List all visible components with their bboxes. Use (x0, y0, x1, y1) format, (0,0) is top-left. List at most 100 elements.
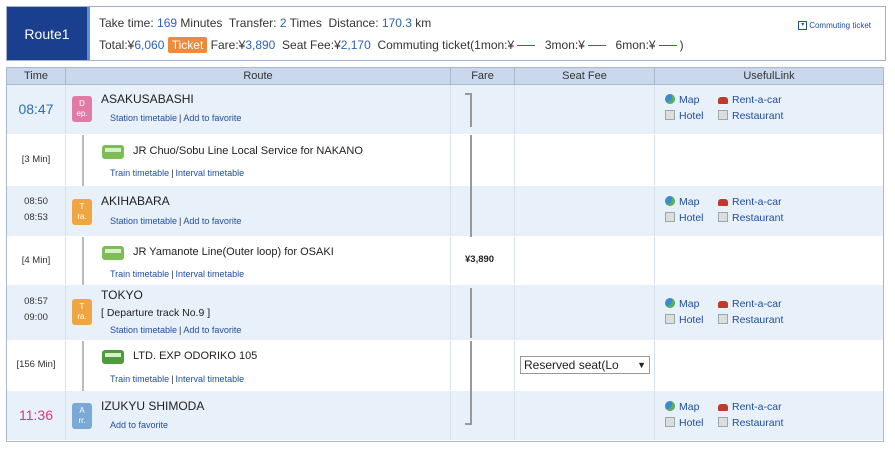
hotel-link-label[interactable]: Hotel (679, 110, 704, 122)
seat-fee-label: Seat Fee:¥ (282, 38, 341, 52)
route-tab[interactable]: Route1 (7, 7, 90, 60)
interval-timetable-link[interactable]: Interval timetable (176, 269, 245, 279)
rent-a-car-link[interactable]: Rent-a-car (718, 401, 782, 413)
station-name[interactable]: AKIHABARA (101, 194, 170, 208)
seat-cell (515, 135, 655, 185)
map-link-label[interactable]: Map (679, 94, 699, 106)
fare-amount: ¥3,890 (465, 254, 495, 265)
map-link[interactable]: Map (665, 298, 699, 310)
hotel-link[interactable]: Hotel (665, 417, 704, 429)
line-name[interactable]: JR Yamanote Line(Outer loop) for OSAKI (133, 246, 334, 258)
rent-a-car-link-label[interactable]: Rent-a-car (732, 94, 782, 106)
map-link[interactable]: Map (665, 401, 699, 413)
map-link-label[interactable]: Map (679, 298, 699, 310)
station-name[interactable]: IZUKYU SHIMODA (101, 399, 204, 413)
car-icon (718, 404, 728, 411)
hotel-link[interactable]: Hotel (665, 212, 704, 224)
seat-cell (515, 237, 655, 284)
train-timetable-link[interactable]: Train timetable (110, 168, 169, 178)
commuting-ticket-link-label[interactable]: Commuting ticket (809, 21, 871, 30)
arrival-time: 11:36 (19, 407, 53, 423)
table-row-line: [4 Min] JR Yamanote Line(Outer loop) for… (7, 237, 883, 285)
globe-icon (665, 196, 675, 206)
interval-timetable-link[interactable]: Interval timetable (176, 168, 245, 178)
seat-type-value: Reserved seat(Lo (524, 358, 619, 372)
commuting-ticket-link[interactable]: ▾ Commuting ticket (798, 21, 871, 31)
add-favorite-link[interactable]: Add to favorite (110, 420, 168, 430)
time-cell: 08:47 (7, 85, 66, 134)
route-cell: JR Chuo/Sobu Line Local Service for NAKA… (66, 135, 451, 186)
map-link-label[interactable]: Map (679, 196, 699, 208)
take-time-label: Take time: (99, 16, 154, 30)
duration: [156 Min] (16, 359, 56, 370)
train-links: Train timetable | Interval timetable (110, 374, 244, 384)
route-cell: LTD. EXP ODORIKO 105 Train timetable | Int… (66, 341, 451, 391)
fare-cell (451, 186, 515, 237)
station-timetable-link[interactable]: Station timetable (110, 325, 177, 335)
restaurant-link-label[interactable]: Restaurant (732, 110, 783, 122)
line-name[interactable]: LTD. EXP ODORIKO 105 (133, 350, 257, 362)
rent-a-car-link-label[interactable]: Rent-a-car (732, 196, 782, 208)
rent-a-car-link[interactable]: Rent-a-car (718, 196, 782, 208)
restaurant-link[interactable]: Restaurant (718, 417, 783, 429)
commuting-1mon-dash (517, 45, 536, 47)
restaurant-link[interactable]: Restaurant (718, 110, 783, 122)
restaurant-link-label[interactable]: Restaurant (732, 314, 783, 326)
add-favorite-link[interactable]: Add to favorite (183, 325, 241, 335)
transfer-value: 2 (279, 16, 287, 30)
interval-timetable-link[interactable]: Interval timetable (176, 374, 245, 384)
transfer-badge-bottom: ra. (77, 212, 87, 221)
useful-link-cell: Map Rent-a-car Hotel Restaurant (655, 186, 883, 236)
restaurant-link[interactable]: Restaurant (718, 314, 783, 326)
route-summary-line2: Total:¥6,060 Ticket Fare:¥3,890 Seat Fee… (99, 37, 684, 53)
route-cell: Tra. AKIHABARA Station timetable | Add to … (66, 186, 451, 236)
seat-type-select[interactable]: Reserved seat(Lo ▼ (520, 356, 650, 374)
train-timetable-link[interactable]: Train timetable (110, 269, 169, 279)
separator: | (179, 216, 182, 226)
seat-cell (515, 391, 655, 440)
seat-cell: Reserved seat(Lo ▼ (515, 341, 655, 390)
fare-bracket (465, 135, 472, 186)
hotel-link-label[interactable]: Hotel (679, 314, 704, 326)
separator: | (179, 325, 182, 335)
chevron-down-icon: ▼ (637, 360, 646, 370)
station-name[interactable]: TOKYO (101, 288, 143, 302)
fare-cell: ¥3,890 (451, 237, 515, 284)
map-link[interactable]: Map (665, 196, 699, 208)
line-name[interactable]: JR Chuo/Sobu Line Local Service for NAKA… (133, 145, 363, 157)
ticket-badge[interactable]: Ticket (167, 37, 208, 53)
station-timetable-link[interactable]: Station timetable (110, 113, 177, 123)
map-link-label[interactable]: Map (679, 401, 699, 413)
transfer-label: Transfer: (228, 16, 277, 30)
col-useful-link: UsefulLink (743, 70, 795, 82)
restaurant-link-label[interactable]: Restaurant (732, 212, 783, 224)
col-fare: Fare (451, 68, 515, 84)
rent-a-car-link-label[interactable]: Rent-a-car (732, 298, 782, 310)
hotel-link-label[interactable]: Hotel (679, 417, 704, 429)
rent-a-car-link[interactable]: Rent-a-car (718, 94, 782, 106)
train-timetable-link[interactable]: Train timetable (110, 374, 169, 384)
map-link[interactable]: Map (665, 94, 699, 106)
fare-label: Fare:¥ (210, 38, 246, 52)
rent-a-car-link-label[interactable]: Rent-a-car (732, 401, 782, 413)
fare-value: 3,890 (245, 38, 276, 52)
add-favorite-link[interactable]: Add to favorite (183, 216, 241, 226)
add-favorite-link[interactable]: Add to favorite (183, 113, 241, 123)
table-row-line: [156 Min] LTD. EXP ODORIKO 105 Train tim… (7, 341, 883, 391)
train-links: Train timetable | Interval timetable (110, 168, 244, 178)
restaurant-icon (718, 110, 728, 120)
departure-track: [ Departure track No.9 ] (101, 307, 211, 319)
rent-a-car-link[interactable]: Rent-a-car (718, 298, 782, 310)
time-cell: [3 Min] (7, 135, 66, 185)
station-name[interactable]: ASAKUSABASHI (101, 92, 194, 106)
station-timetable-link[interactable]: Station timetable (110, 216, 177, 226)
restaurant-link-label[interactable]: Restaurant (732, 417, 783, 429)
table-row-departure: 08:47 Dep. ASAKUSABASHI Station timetabl… (7, 85, 883, 135)
restaurant-link[interactable]: Restaurant (718, 212, 783, 224)
hotel-link[interactable]: Hotel (665, 314, 704, 326)
useful-link-cell: Map Rent-a-car Hotel Restaurant (655, 285, 883, 340)
route-summary-line1: Take time: 169 Minutes Transfer: 2 Times… (99, 16, 431, 30)
hotel-link[interactable]: Hotel (665, 110, 704, 122)
hotel-link-label[interactable]: Hotel (679, 212, 704, 224)
route-line (82, 341, 84, 391)
